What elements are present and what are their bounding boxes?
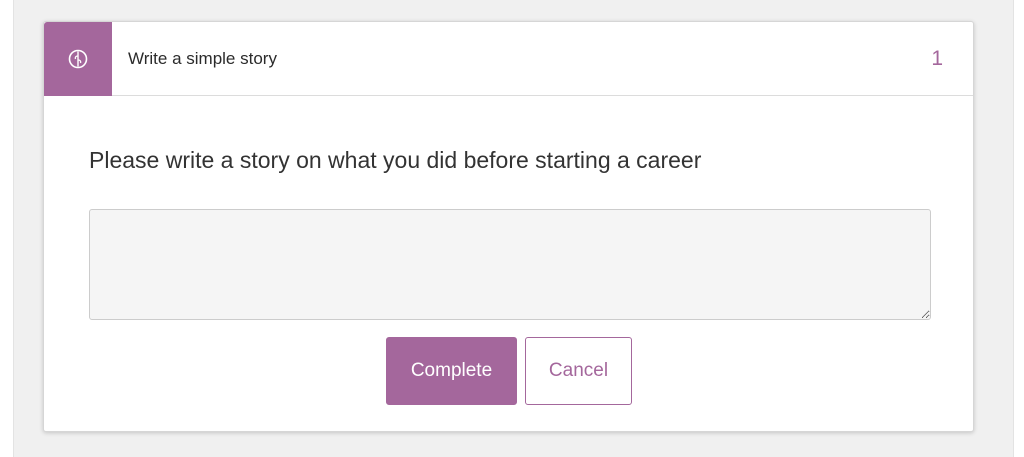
complete-button[interactable]: Complete — [386, 337, 517, 405]
story-answer-field[interactable] — [89, 209, 931, 320]
cancel-button[interactable]: Cancel — [525, 337, 632, 405]
task-header[interactable]: Write a simple story 1 — [44, 21, 973, 96]
brain-icon — [67, 48, 89, 70]
task-count: 1 — [931, 46, 943, 70]
question-prompt: Please write a story on what you did bef… — [89, 147, 702, 173]
task-icon-block — [44, 21, 112, 96]
page: Write a simple story 1 Please write a st… — [0, 0, 1024, 457]
task-card: Write a simple story 1 Please write a st… — [43, 21, 974, 432]
left-panel-edge — [0, 0, 14, 457]
task-title: Write a simple story — [128, 48, 277, 68]
right-panel-edge — [1013, 0, 1024, 457]
